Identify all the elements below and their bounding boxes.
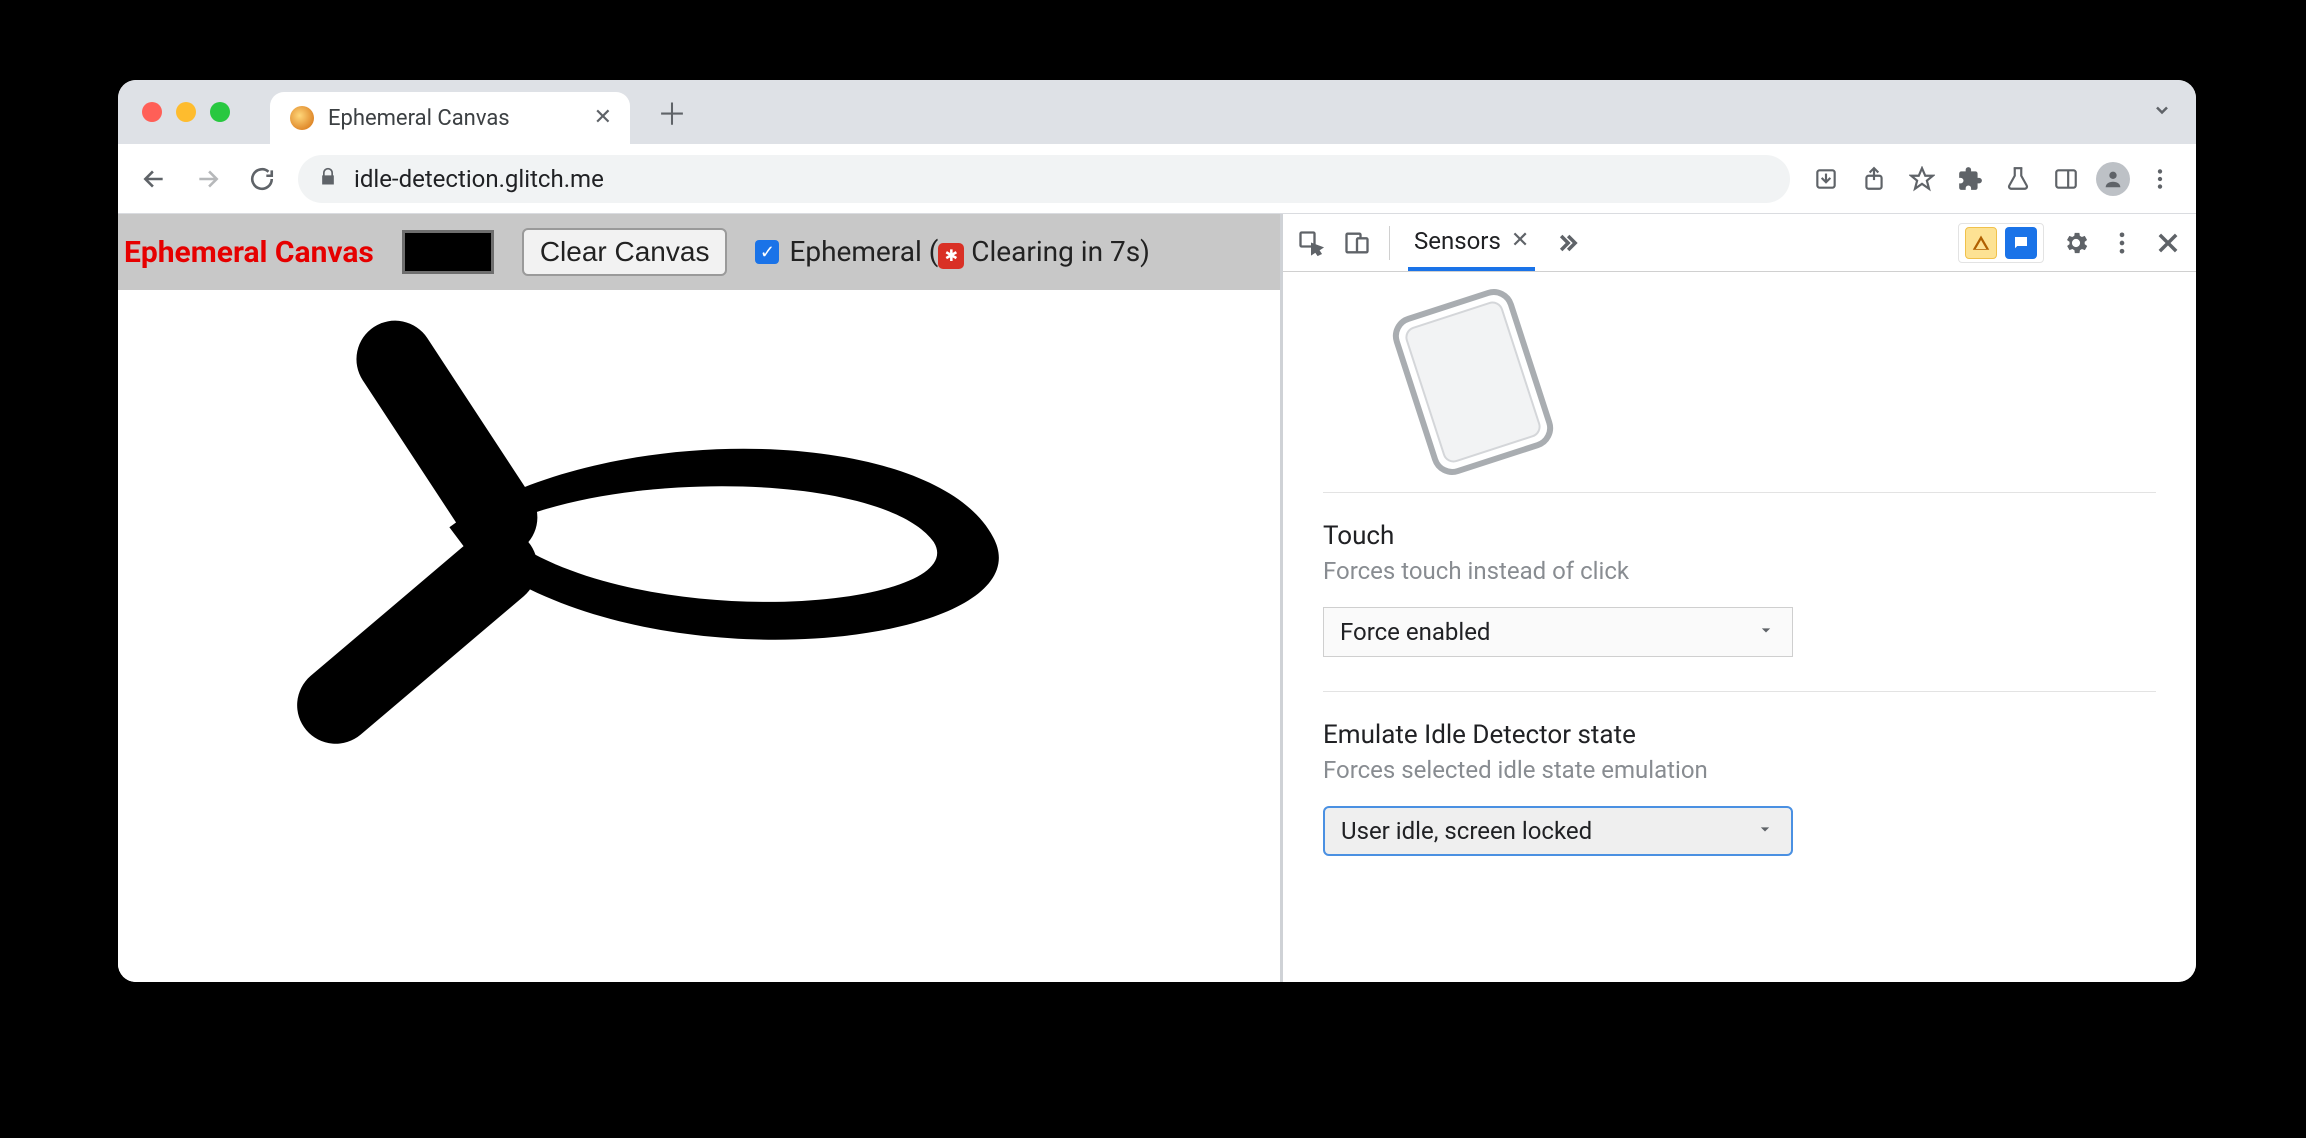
color-picker[interactable] xyxy=(402,230,494,274)
close-window-button[interactable] xyxy=(142,102,162,122)
app-title: Ephemeral Canvas xyxy=(124,235,374,270)
idle-subtitle: Forces selected idle state emulation xyxy=(1323,756,2156,784)
idle-select-value: User idle, screen locked xyxy=(1341,817,1592,845)
device-toolbar-icon[interactable] xyxy=(1343,229,1371,257)
install-app-icon[interactable] xyxy=(1808,161,1844,197)
new-tab-button[interactable]: ＋ xyxy=(650,90,694,134)
more-tabs-icon[interactable] xyxy=(1553,229,1581,257)
touch-title: Touch xyxy=(1323,521,2156,551)
page-pane: Ephemeral Canvas Clear Canvas ✓ Ephemera… xyxy=(118,214,1283,982)
ephemeral-checkbox[interactable]: ✓ xyxy=(755,240,779,264)
content-split: Ephemeral Canvas Clear Canvas ✓ Ephemera… xyxy=(118,214,2196,982)
favicon-icon xyxy=(290,106,314,130)
ephemeral-toggle[interactable]: ✓ Ephemeral (✱ Clearing in 7s) xyxy=(755,235,1149,269)
touch-subtitle: Forces touch instead of click xyxy=(1323,557,2156,585)
clear-canvas-button[interactable]: Clear Canvas xyxy=(522,228,728,276)
kebab-menu-icon[interactable] xyxy=(2142,161,2178,197)
devtools-tabbar: Sensors ✕ xyxy=(1283,214,2196,272)
touch-section: Touch Forces touch instead of click Forc… xyxy=(1323,492,2156,691)
ephemeral-text: Ephemeral (✱ Clearing in 7s) xyxy=(789,235,1149,269)
tabs-overflow-button[interactable] xyxy=(2152,100,2172,124)
devtools-tab-label: Sensors xyxy=(1414,227,1501,255)
browser-toolbar: idle-detection.glitch.me xyxy=(118,144,2196,214)
extensions-icon[interactable] xyxy=(1952,161,1988,197)
warnings-badge[interactable] xyxy=(1965,227,1997,259)
url-text: idle-detection.glitch.me xyxy=(354,165,604,193)
devtools-tab-sensors[interactable]: Sensors ✕ xyxy=(1408,214,1535,271)
idle-title: Emulate Idle Detector state xyxy=(1323,720,2156,750)
idle-select[interactable]: User idle, screen locked xyxy=(1323,806,1793,856)
browser-tab[interactable]: Ephemeral Canvas ✕ xyxy=(270,92,630,144)
bookmark-icon[interactable] xyxy=(1904,161,1940,197)
idle-section: Emulate Idle Detector state Forces selec… xyxy=(1323,691,2156,890)
devtools-body: Touch Forces touch instead of click Forc… xyxy=(1283,272,2196,982)
tab-title: Ephemeral Canvas xyxy=(328,106,580,131)
toolbar-actions xyxy=(1808,161,2178,197)
drawing-canvas[interactable] xyxy=(118,290,1280,982)
side-panel-icon[interactable] xyxy=(2048,161,2084,197)
devtools-panel: Sensors ✕ xyxy=(1283,214,2196,982)
close-tab-icon[interactable]: ✕ xyxy=(1511,228,1529,253)
devtools-close-icon[interactable] xyxy=(2154,229,2182,257)
forward-button[interactable] xyxy=(190,161,226,197)
share-icon[interactable] xyxy=(1856,161,1892,197)
labs-icon[interactable] xyxy=(2000,161,2036,197)
touch-select[interactable]: Force enabled xyxy=(1323,607,1793,657)
profile-avatar[interactable] xyxy=(2096,162,2130,196)
settings-icon[interactable] xyxy=(2062,229,2090,257)
chevron-down-icon xyxy=(1755,817,1775,845)
lock-icon xyxy=(318,165,338,193)
chevron-down-icon xyxy=(1756,618,1776,646)
app-header: Ephemeral Canvas Clear Canvas ✓ Ephemera… xyxy=(118,214,1280,290)
issues-badge[interactable] xyxy=(2005,227,2037,259)
orientation-preview xyxy=(1323,272,1623,482)
devtools-menu-icon[interactable] xyxy=(2108,229,2136,257)
browser-window: Ephemeral Canvas ✕ ＋ idle-detection.glit… xyxy=(118,80,2196,982)
close-tab-button[interactable]: ✕ xyxy=(594,107,612,129)
maximize-window-button[interactable] xyxy=(210,102,230,122)
siren-icon: ✱ xyxy=(938,243,964,269)
touch-select-value: Force enabled xyxy=(1340,618,1490,646)
minimize-window-button[interactable] xyxy=(176,102,196,122)
canvas-drawing xyxy=(118,290,1280,982)
address-bar[interactable]: idle-detection.glitch.me xyxy=(298,155,1790,203)
tab-strip: Ephemeral Canvas ✕ ＋ xyxy=(118,80,2196,144)
back-button[interactable] xyxy=(136,161,172,197)
inspect-element-icon[interactable] xyxy=(1297,229,1325,257)
reload-button[interactable] xyxy=(244,161,280,197)
window-controls xyxy=(142,102,230,122)
